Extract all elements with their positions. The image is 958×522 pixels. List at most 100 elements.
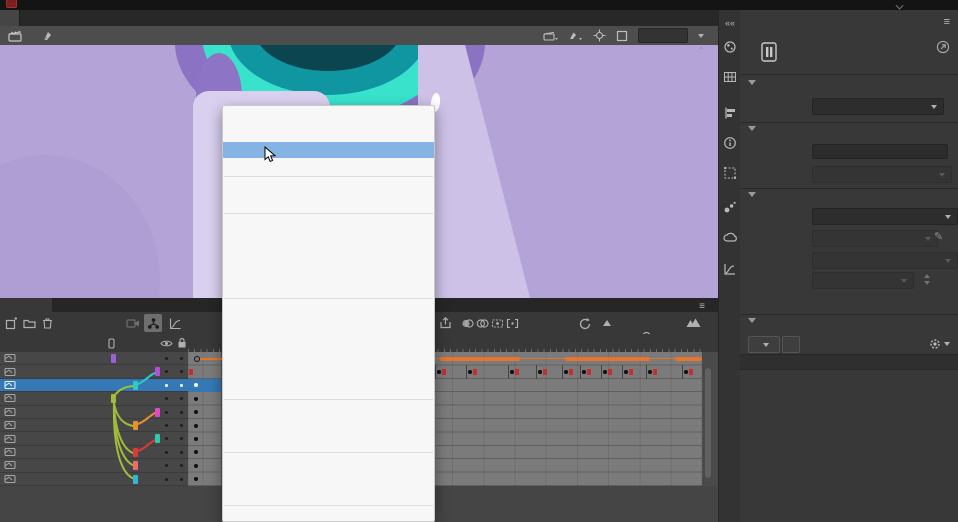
parent-bar-mulut[interactable] xyxy=(155,367,160,376)
menu-item-clear-keyframe xyxy=(223,248,434,264)
keyframe-mulut-1[interactable] xyxy=(188,365,222,378)
remove-filter-button[interactable] xyxy=(782,336,800,353)
collapse-dock-icon[interactable]: «« xyxy=(719,12,741,34)
add-filter-button[interactable] xyxy=(748,336,780,353)
menu-item-select-all-frames[interactable] xyxy=(223,381,434,397)
stage-scroll-up-icon[interactable]: ⌃ xyxy=(697,47,705,55)
menu-item-convert-to-keyframes[interactable] xyxy=(223,264,434,280)
keyframe-lengan-kiri-1[interactable] xyxy=(188,419,222,432)
menu-item-convert-to-frame-by-frame[interactable] xyxy=(223,158,434,174)
keyframe-tangan-kanan-1[interactable] xyxy=(188,432,222,445)
section-label[interactable] xyxy=(748,126,762,131)
menu-item-create-classic-tween[interactable] xyxy=(223,142,434,158)
parent-bar-kepala[interactable] xyxy=(133,381,138,390)
align-icon[interactable] xyxy=(719,102,741,124)
keyframe-tangan-kiri-1[interactable] xyxy=(188,406,222,419)
zoom-caret-icon[interactable] xyxy=(698,34,704,38)
info-icon[interactable] xyxy=(719,132,741,154)
mouth-keyframe[interactable] xyxy=(601,365,622,378)
mouth-keyframe[interactable] xyxy=(466,365,508,378)
delete-layer-icon[interactable] xyxy=(38,314,56,332)
timeline-menu-icon[interactable]: ≡ xyxy=(699,301,705,312)
keyframe-kepala-1[interactable] xyxy=(188,379,222,392)
export-frame-icon[interactable] xyxy=(436,314,454,332)
style-select[interactable] xyxy=(812,98,944,115)
swatches-icon[interactable] xyxy=(719,66,741,88)
menu-item-cut-frames[interactable] xyxy=(223,301,434,317)
menu-item-actions[interactable] xyxy=(223,508,434,522)
keyframe-badan-1[interactable] xyxy=(188,392,222,405)
timeline-zoom-out-icon[interactable] xyxy=(598,314,616,332)
parent-bar-badan[interactable] xyxy=(111,394,116,403)
clip-content-icon[interactable] xyxy=(616,30,628,42)
menu-item-insert-blank-keyframe[interactable] xyxy=(223,232,434,248)
filters-options-button[interactable] xyxy=(926,336,952,351)
new-folder-icon[interactable] xyxy=(20,314,38,332)
menu-item-clear-frames[interactable] xyxy=(223,365,434,381)
document-tab[interactable] xyxy=(0,10,20,26)
tab-timeline[interactable] xyxy=(0,298,52,312)
transform-icon[interactable] xyxy=(719,162,741,184)
center-stage-icon[interactable] xyxy=(593,29,606,42)
timeline-zoom-in-icon[interactable] xyxy=(684,314,702,332)
menu-item-insert-frame[interactable] xyxy=(223,179,434,195)
lock-column-icon[interactable] xyxy=(177,337,187,349)
brush-library-icon[interactable] xyxy=(719,196,741,218)
label-name-input[interactable] xyxy=(812,144,948,159)
menu-separator xyxy=(224,298,433,299)
menu-item-remove-frames[interactable] xyxy=(223,195,434,211)
help-icon[interactable] xyxy=(936,40,950,54)
scene-clapper-icon[interactable] xyxy=(8,30,22,42)
app-logo-icon[interactable] xyxy=(6,0,17,8)
filters-table-header xyxy=(740,354,958,370)
keyframe-lengan-kanan-1[interactable] xyxy=(188,446,222,459)
menu-separator xyxy=(224,399,433,400)
menu-item-convert-to-blank-keyframes[interactable] xyxy=(223,280,434,296)
mouth-keyframe[interactable] xyxy=(622,365,646,378)
timeline-vertical-scrollbar[interactable] xyxy=(705,368,711,478)
parent-bar-tangan-kanan[interactable] xyxy=(155,434,160,443)
keyframe-kaki-kanan-1[interactable] xyxy=(188,473,222,486)
visibility-column-eye-icon[interactable] xyxy=(160,339,173,348)
sound-name-select[interactable] xyxy=(812,208,958,225)
repeat-count-stepper[interactable] xyxy=(922,273,934,285)
mouth-keyframe[interactable] xyxy=(580,365,601,378)
mouth-keyframe[interactable] xyxy=(435,365,466,378)
section-filters[interactable] xyxy=(748,318,762,323)
graph-icon[interactable] xyxy=(166,314,184,332)
mouth-keyframe[interactable] xyxy=(646,365,682,378)
parent-bar-tangan-kiri[interactable] xyxy=(155,408,160,417)
section-sound[interactable] xyxy=(748,192,762,197)
menu-item-paste-motion-special xyxy=(223,434,434,450)
creative-cloud-icon[interactable] xyxy=(719,226,741,248)
parent-bar-kaki-kiri[interactable] xyxy=(133,461,138,470)
mouth-keyframe[interactable] xyxy=(682,365,702,378)
edit-symbols-icon[interactable] xyxy=(568,30,583,42)
menu-item-create-motion-tween[interactable] xyxy=(223,110,434,126)
panel-menu-icon[interactable]: ≡ xyxy=(944,16,950,28)
menu-item-paste-frames xyxy=(223,333,434,349)
new-layer-icon[interactable] xyxy=(2,314,20,332)
motion-editor-icon[interactable] xyxy=(719,258,741,280)
mouth-keyframe[interactable] xyxy=(536,365,562,378)
loop-icon[interactable] xyxy=(576,314,594,332)
menu-item-insert-keyframe[interactable] xyxy=(223,216,434,232)
edit-sound-pencil-icon[interactable]: ✎ xyxy=(934,230,943,243)
keyframe-audio-1[interactable] xyxy=(188,352,222,365)
parent-bar-lengan-kanan[interactable] xyxy=(133,448,138,457)
tab-output[interactable] xyxy=(52,298,72,312)
zoom-level-select[interactable] xyxy=(638,28,688,43)
color-icon[interactable] xyxy=(719,36,741,58)
layer-parenting-icon[interactable] xyxy=(144,314,162,332)
keyframe-kaki-kiri-1[interactable] xyxy=(188,459,222,472)
edit-scene-icon[interactable] xyxy=(543,30,558,42)
camera-icon[interactable] xyxy=(124,314,142,332)
section-color-effect[interactable] xyxy=(748,80,762,85)
mouth-keyframe[interactable] xyxy=(562,365,580,378)
parent-bar-kaki-kanan[interactable] xyxy=(133,475,138,484)
parent-bar-audio[interactable] xyxy=(111,354,116,363)
modify-markers-icon[interactable] xyxy=(503,314,521,332)
parent-bar-lengan-kiri[interactable] xyxy=(133,421,138,430)
mouth-keyframe[interactable] xyxy=(508,365,536,378)
menu-item-copy-frames[interactable] xyxy=(223,317,434,333)
